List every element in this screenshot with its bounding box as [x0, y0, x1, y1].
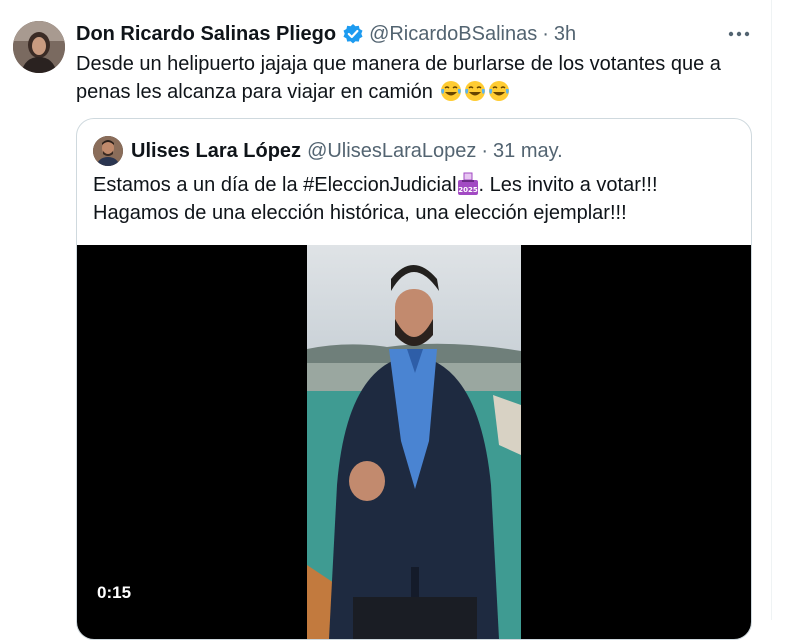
ballot-box-hashflag-icon: 2025 — [457, 172, 478, 195]
author-name[interactable]: Don Ricardo Salinas Pliego — [76, 23, 336, 46]
author-handle[interactable]: @RicardoBSalinas — [369, 23, 537, 46]
quoted-author-avatar[interactable] — [93, 136, 123, 166]
quoted-header-separator: · — [481, 139, 489, 162]
tweet-body: Desde un helipuerto jajaja que manera de… — [76, 53, 721, 103]
author-avatar[interactable] — [13, 21, 65, 73]
quoted-author-avatar-image — [93, 136, 123, 166]
quoted-text-line1-end: . Les invito a votar!!! — [478, 174, 658, 196]
header-separator: · — [542, 22, 549, 45]
face-with-tears-of-joy-icon — [465, 81, 486, 101]
quoted-text-line2: Hagamos de una elección histórica, una e… — [93, 202, 627, 224]
face-with-tears-of-joy-icon — [441, 81, 462, 101]
quoted-tweet-header: Ulises Lara López @UlisesLaraLopez · 31 … — [93, 136, 563, 166]
face-with-tears-of-joy-icon — [489, 81, 510, 101]
quoted-tweet-card[interactable]: Ulises Lara López @UlisesLaraLopez · 31 … — [76, 118, 752, 640]
video-duration: 0:15 — [97, 583, 132, 602]
tweet-timestamp[interactable]: 3h — [554, 23, 576, 46]
tweet-text: Desde un helipuerto jajaja que manera de… — [76, 50, 756, 106]
quoted-tweet-date[interactable]: 31 may. — [493, 140, 563, 163]
video-thumbnail — [307, 245, 521, 639]
more-options-icon[interactable] — [727, 24, 753, 44]
quoted-tweet-text: Estamos a un día de la #EleccionJudicial… — [93, 171, 733, 227]
verified-badge-icon — [343, 24, 363, 44]
timeline-divider — [771, 0, 772, 620]
quoted-text-line1-start: Estamos a un día de la #EleccionJudicial — [93, 174, 457, 196]
author-avatar-image — [13, 21, 65, 73]
tweet-header: Don Ricardo Salinas Pliego @RicardoBSali… — [76, 20, 576, 48]
video-player[interactable]: 0:15 — [77, 245, 751, 639]
quoted-author-handle[interactable]: @UlisesLaraLopez — [307, 140, 476, 163]
quoted-author-name[interactable]: Ulises Lara López — [131, 140, 301, 163]
ballot-badge-text: 2025 — [458, 186, 478, 194]
